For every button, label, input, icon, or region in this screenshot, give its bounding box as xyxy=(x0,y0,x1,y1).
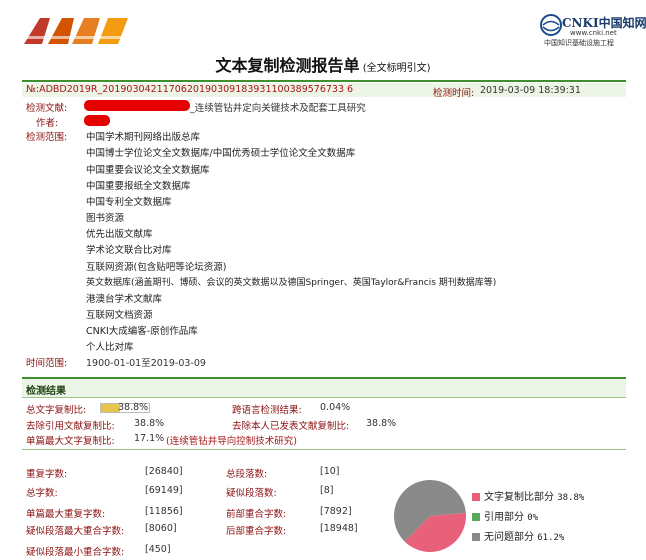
check-time-label: 检测时间: xyxy=(433,88,475,99)
cnki-url: www.cnki.net xyxy=(570,29,617,37)
single-max-source: (连续管钻井导向控制技术研究) xyxy=(166,436,297,447)
front-overlap-label: 前部重合字数: xyxy=(226,509,287,520)
excl-self-label: 去除本人已发表文献复制比: xyxy=(232,421,350,432)
total-chars-value: [69149] xyxy=(145,485,183,496)
database-item: 个人比对库 xyxy=(86,342,134,353)
single-max-repeat-label: 单篇最大重复字数: xyxy=(26,509,106,520)
range-value: 1900-01-01至2019-03-09 xyxy=(86,358,206,369)
database-item: 图书资源 xyxy=(86,213,125,224)
suspect-min-overlap-value: [450] xyxy=(145,544,171,555)
excl-ref-label: 去除引用文献复制比: xyxy=(26,421,115,432)
legend-item: 引用部分 0% xyxy=(472,508,632,528)
legend-value: 61.2% xyxy=(537,533,565,543)
doc-title: _连续管钻井定向关键技术及配套工具研究 xyxy=(190,103,366,114)
doc-label: 检测文献: xyxy=(26,103,68,114)
single-max-label: 单篇最大文字复制比: xyxy=(26,436,115,447)
back-overlap-value: [18948] xyxy=(320,523,358,534)
total-chars-label: 总字数: xyxy=(26,488,58,499)
database-item: 互联网资源(包含贴吧等论坛资源) xyxy=(86,262,227,273)
cnki-tagline: 中国知识基础设施工程 xyxy=(544,39,614,47)
database-item: 港澳台学术文献库 xyxy=(86,294,163,305)
redacted-doc-prefix xyxy=(84,100,190,111)
amlc-logo xyxy=(22,14,132,48)
database-item: 优先出版文献库 xyxy=(86,229,153,240)
range-label: 时间范围: xyxy=(26,358,68,369)
front-overlap-value: [7892] xyxy=(320,506,352,517)
results-divider xyxy=(22,397,626,398)
excl-ref-value: 38.8% xyxy=(134,418,165,429)
database-item: 中国重要会议论文全文数据库 xyxy=(86,165,210,176)
results-title: 检测结果 xyxy=(26,386,66,397)
total-ratio-label: 总文字复制比: xyxy=(26,405,87,416)
results-bottom-rule xyxy=(22,449,626,450)
legend-swatch xyxy=(472,513,480,521)
excl-self-value: 38.8% xyxy=(366,418,397,429)
database-item: CNKI大成编客-原创作品库 xyxy=(86,326,198,337)
suspect-max-overlap-label: 疑似段落最大重合字数: xyxy=(26,526,125,537)
total-ratio-value: 38.8% xyxy=(118,402,149,413)
legend-swatch xyxy=(472,533,480,541)
repeat-chars-value: [26840] xyxy=(145,466,183,477)
legend-swatch xyxy=(472,493,480,501)
database-item: 中国专利全文数据库 xyxy=(86,197,172,208)
single-max-value: 17.1% xyxy=(134,433,165,444)
legend-label: 引用部分 xyxy=(484,512,524,523)
report-title: 文本复制检测报告单 xyxy=(215,56,360,75)
single-max-repeat-value: [11856] xyxy=(145,506,183,517)
globe-icon xyxy=(540,14,562,36)
total-ratio-bar-fill xyxy=(101,404,120,412)
pie-legend: 文字复制比部分 38.8% 引用部分 0% 无问题部分 61.2% xyxy=(472,488,632,548)
suspect-min-overlap-label: 疑似段落最小重合字数: xyxy=(26,547,125,558)
cross-lang-label: 跨语言检测结果: xyxy=(232,405,302,416)
legend-value: 0% xyxy=(527,513,539,523)
database-item: 中国博士学位论文全文数据库/中国优秀硕士学位论文全文数据库 xyxy=(86,148,356,159)
suspect-max-overlap-value: [8060] xyxy=(145,523,177,534)
database-item: 互联网文档资源 xyxy=(86,310,153,321)
total-paragraphs-label: 总段落数: xyxy=(226,469,268,480)
report-subtitle: (全文标明引文) xyxy=(362,63,431,74)
top-rule xyxy=(22,80,626,82)
redacted-author xyxy=(84,115,110,126)
database-item: 中国重要报纸全文数据库 xyxy=(86,181,191,192)
report-title-block: 文本复制检测报告单 (全文标明引文) xyxy=(0,52,646,76)
legend-label: 无问题部分 xyxy=(484,532,534,543)
database-item: 英文数据库(涵盖期刊、博硕、会议的英文数据以及德国Springer、英国Tayl… xyxy=(86,278,497,288)
cross-lang-value: 0.04% xyxy=(320,402,351,413)
check-time-value: 2019-03-09 18:39:31 xyxy=(480,85,581,96)
suspect-paragraphs-label: 疑似段落数: xyxy=(226,488,277,499)
legend-item: 文字复制比部分 38.8% xyxy=(472,488,632,508)
total-paragraphs-value: [10] xyxy=(320,466,340,477)
legend-value: 38.8% xyxy=(557,493,585,503)
plagiarism-pie-chart xyxy=(394,480,466,552)
results-header-band xyxy=(22,379,626,397)
database-item: 学术论文联合比对库 xyxy=(86,245,172,256)
amlc-logo-graphic xyxy=(24,18,128,44)
scope-label: 检测范围: xyxy=(26,132,68,143)
suspect-paragraphs-value: [8] xyxy=(320,485,334,496)
database-item: 中国学术期刊网络出版总库 xyxy=(86,132,201,143)
legend-item: 无问题部分 61.2% xyxy=(472,528,632,548)
report-id: №:ADBD2019R_2019030421170620190309183931… xyxy=(26,84,354,95)
legend-label: 文字复制比部分 xyxy=(484,492,554,503)
author-label: 作者: xyxy=(36,118,59,129)
repeat-chars-label: 重复字数: xyxy=(26,469,68,480)
cnki-logo: CNKI中国知网 www.cnki.net 中国知识基础设施工程 xyxy=(540,12,646,48)
back-overlap-label: 后部重合字数: xyxy=(226,526,287,537)
